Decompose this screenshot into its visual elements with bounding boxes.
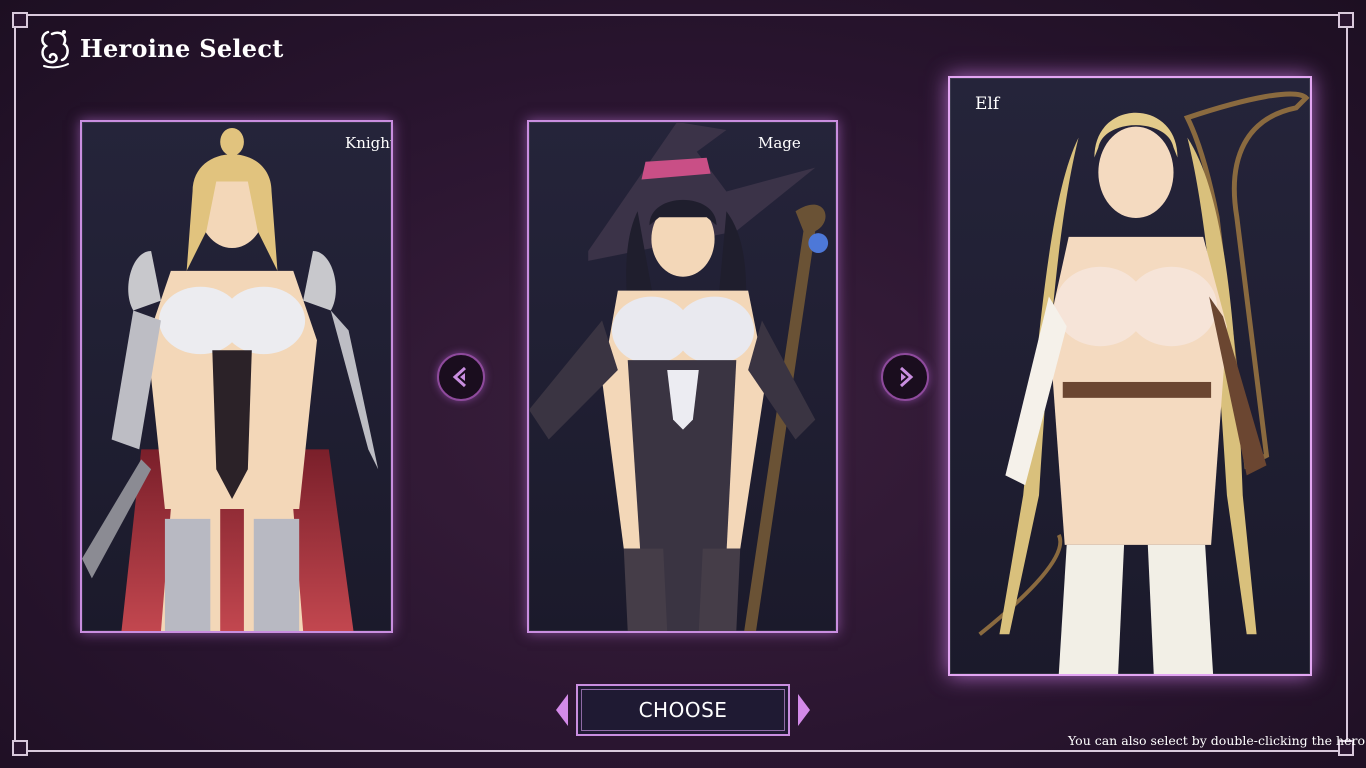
triangle-left-icon <box>556 694 568 726</box>
choose-button[interactable]: CHOOSE <box>576 684 790 736</box>
frame-corner-bottom-left <box>12 740 28 756</box>
choose-control: CHOOSE <box>556 684 810 736</box>
double-click-hint: You can also select by double-clicking t… <box>1068 733 1365 748</box>
choose-button-label: CHOOSE <box>638 698 728 722</box>
elf-portrait <box>978 91 1310 674</box>
triangle-right-icon <box>798 694 810 726</box>
next-heroine-button[interactable] <box>881 353 929 401</box>
heroine-card-knight[interactable]: Knight <box>80 120 393 633</box>
heroine-emblem-icon <box>38 26 74 70</box>
chevron-left-icon <box>452 366 467 388</box>
heroine-card-label: Mage <box>758 134 801 152</box>
knight-portrait <box>82 127 379 631</box>
heroine-card-mage[interactable]: Mage <box>527 120 838 633</box>
frame-corner-top-right <box>1338 12 1354 28</box>
header: Heroine Select <box>38 26 284 70</box>
heroine-card-label: Elf <box>975 94 1000 114</box>
frame-corner-top-left <box>12 12 28 28</box>
page-title: Heroine Select <box>80 33 284 63</box>
chevron-right-icon <box>899 366 914 388</box>
prev-heroine-button[interactable] <box>437 353 485 401</box>
mage-portrait <box>529 122 829 631</box>
heroine-card-label: Knight <box>345 134 393 152</box>
heroine-card-elf[interactable]: Elf <box>948 76 1312 676</box>
